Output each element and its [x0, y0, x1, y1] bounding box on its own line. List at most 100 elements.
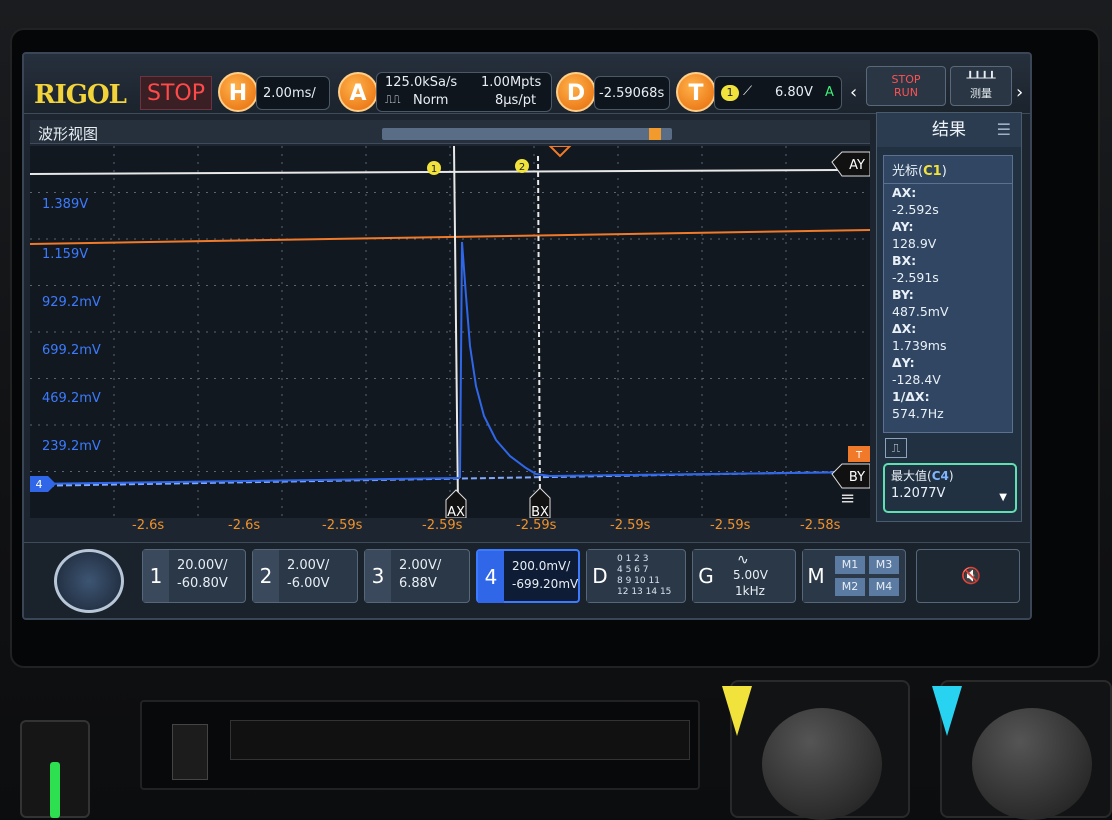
ch1-scale: 20.00V/ [177, 558, 228, 573]
x-label-0: -2.6s [132, 518, 165, 533]
math-key: M [803, 550, 829, 602]
generator-frequency: 1kHz [735, 584, 765, 598]
math-settings[interactable]: M M1 M3 M2 M4 [802, 549, 906, 603]
math-m2[interactable]: M2 [835, 578, 865, 596]
trigger-tag[interactable]: T [848, 446, 870, 462]
trigger-readout[interactable]: 1 ⟋ 6.80V A [714, 76, 842, 110]
x-label-1: -2.6s [228, 518, 261, 533]
waveform-plot[interactable]: 1 2 AY BY T AX BX 4 1.389V 1.159V 929.2m… [30, 146, 870, 518]
ch4-settings[interactable]: 4 200.0mV/ -699.20mV [476, 549, 580, 603]
trigger-mode: A [825, 85, 834, 100]
cursor-results-card[interactable]: 光标(C1) AX: -2.592s AY: 128.9V BX: -2.591s BY: 4… [883, 155, 1013, 433]
trigger-key[interactable]: T [676, 72, 716, 112]
max-channel: C4 [931, 469, 949, 483]
memory-position-indicator [648, 128, 661, 140]
by-tag-label: BY [849, 470, 865, 485]
cursor-value-4: 1.739ms [892, 338, 947, 353]
cursor-key-0: AX: [892, 185, 917, 200]
trigger-tag-label: T [855, 450, 863, 461]
oscilloscope-device: RIGOL STOP H 2.00ms/ A 125.0kSa/s 1.00Mp… [0, 0, 1112, 820]
ch4-scale: 200.0mV/ [512, 559, 571, 573]
y-label-0: 1.389V [42, 197, 88, 212]
acquire-readout[interactable]: 125.0kSa/s 1.00Mpts ⎍⎍ Norm 8μs/pt [376, 72, 552, 112]
power-button[interactable] [20, 720, 90, 818]
y-label-2: 929.2mV [42, 295, 101, 310]
horizontal-key[interactable]: H [218, 72, 258, 112]
top-status-bar: RIGOL STOP H 2.00ms/ A 125.0kSa/s 1.00Mp… [24, 54, 1030, 114]
timebase-value: 2.00ms/ [263, 86, 316, 101]
run-stop-line2: RUN [894, 86, 918, 99]
memory-depth: 1.00Mpts [481, 75, 542, 90]
max-value-card[interactable]: 最大值(C4) 1.2077V ▼ [883, 463, 1017, 513]
cursor-marker-2-label: 2 [519, 162, 525, 173]
ch2-knob[interactable] [972, 708, 1092, 820]
x-label-5: -2.59s [610, 518, 651, 533]
cursor-marker-2: 2 [515, 159, 529, 173]
ch3-settings[interactable]: 3 2.00V/ 6.88V [364, 549, 470, 603]
rigol-logo: RIGOL [34, 80, 127, 110]
cursor-value-1: 128.9V [892, 236, 937, 251]
cursor-marker-1: 1 [427, 161, 441, 175]
ch3-number: 3 [365, 550, 391, 602]
run-status-indicator[interactable]: STOP [140, 76, 212, 110]
math-m1[interactable]: M1 [835, 556, 865, 574]
ch1-knob[interactable] [762, 708, 882, 820]
results-header: 结果 ☰ [877, 113, 1021, 147]
x-label-7: -2.58s [800, 518, 841, 533]
ch2-knob-badge [932, 686, 962, 736]
ch4-number: 4 [478, 551, 504, 603]
waveform-view-title: 波形视图 [38, 125, 99, 143]
max-value-title: 最大值(C4) [891, 469, 954, 483]
math-m3[interactable]: M3 [869, 556, 899, 574]
cursor-values-list: AX: -2.592s AY: 128.9V BX: -2.591s BY: 487.5mV Δ… [884, 184, 1012, 422]
time-axis: -2.6s -2.6s -2.59s -2.59s -2.59s -2.59s … [30, 518, 870, 540]
math-m4[interactable]: M4 [869, 578, 899, 596]
sample-rate: 125.0kSa/s [385, 75, 458, 90]
measure-button[interactable]: ┸┸┸┸ 测量 [950, 66, 1012, 106]
settings-gear-icon[interactable] [54, 549, 124, 613]
ay-tag-label: AY [849, 158, 865, 173]
mute-button[interactable]: 🔇 [916, 549, 1020, 603]
ch3-scale: 2.00V/ [399, 558, 442, 573]
ruler-icon: ┸┸┸┸ [966, 71, 996, 85]
cursor-value-2: -2.591s [892, 270, 939, 285]
digital-channel-grid: 0 1 2 3 4 5 6 7 8 9 10 11 12 13 14 15 [617, 554, 671, 598]
digital-settings[interactable]: D 0 1 2 3 4 5 6 7 8 9 10 11 12 13 14 15 [586, 549, 686, 603]
ch2-settings[interactable]: 2 2.00V/ -6.00V [252, 549, 358, 603]
trigger-source-badge: 1 [721, 85, 739, 101]
ch1-knob-panel [722, 680, 910, 820]
ch1-knob-badge [722, 686, 752, 736]
delay-readout[interactable]: -2.59068s [594, 76, 670, 110]
cursor-marker-1-label: 1 [431, 164, 437, 175]
x-label-3: -2.59s [422, 518, 463, 533]
memory-position-bar[interactable] [382, 128, 672, 140]
scope-screen: RIGOL STOP H 2.00ms/ A 125.0kSa/s 1.00Mp… [22, 52, 1032, 620]
cursor-value-3: 487.5mV [892, 304, 949, 319]
timebase-readout[interactable]: 2.00ms/ [256, 76, 330, 110]
chevron-right-icon[interactable]: › [1016, 82, 1023, 103]
cursor-value-0: -2.592s [892, 202, 939, 217]
run-stop-button[interactable]: STOP RUN [866, 66, 946, 106]
acquire-key[interactable]: A [338, 72, 378, 112]
acquire-wave-icon: ⎍⎍ [385, 93, 401, 106]
acquire-mode: Norm [413, 93, 449, 108]
dropdown-triangle-icon[interactable]: ▼ [999, 492, 1007, 503]
ch3-offset: 6.88V [399, 576, 437, 591]
hamburger-icon[interactable]: ☰ [997, 113, 1011, 147]
zoom-menu-icon[interactable]: ≡ [840, 488, 855, 509]
time-per-point: 8μs/pt [495, 93, 537, 108]
results-title: 结果 [932, 120, 966, 140]
bottom-channel-bar: 1 20.00V/ -60.80V 2 2.00V/ -6.00V 3 2.00… [24, 542, 1030, 618]
delay-value: -2.59068s [599, 86, 665, 101]
chevron-left-icon[interactable]: ‹ [850, 82, 857, 103]
max-label-text: 最大值 [891, 469, 928, 483]
delay-key[interactable]: D [556, 72, 596, 112]
digital-row-0: 0 1 2 3 [617, 554, 649, 564]
pulse-icon[interactable]: ⎍ [885, 438, 907, 458]
power-led [50, 762, 60, 818]
speaker-mute-icon: 🔇 [961, 566, 981, 585]
ch2-offset: -6.00V [287, 576, 330, 591]
rising-edge-icon: ⟋ [743, 84, 753, 99]
ch1-settings[interactable]: 1 20.00V/ -60.80V [142, 549, 246, 603]
generator-settings[interactable]: G ∿ 5.00V 1kHz [692, 549, 796, 603]
